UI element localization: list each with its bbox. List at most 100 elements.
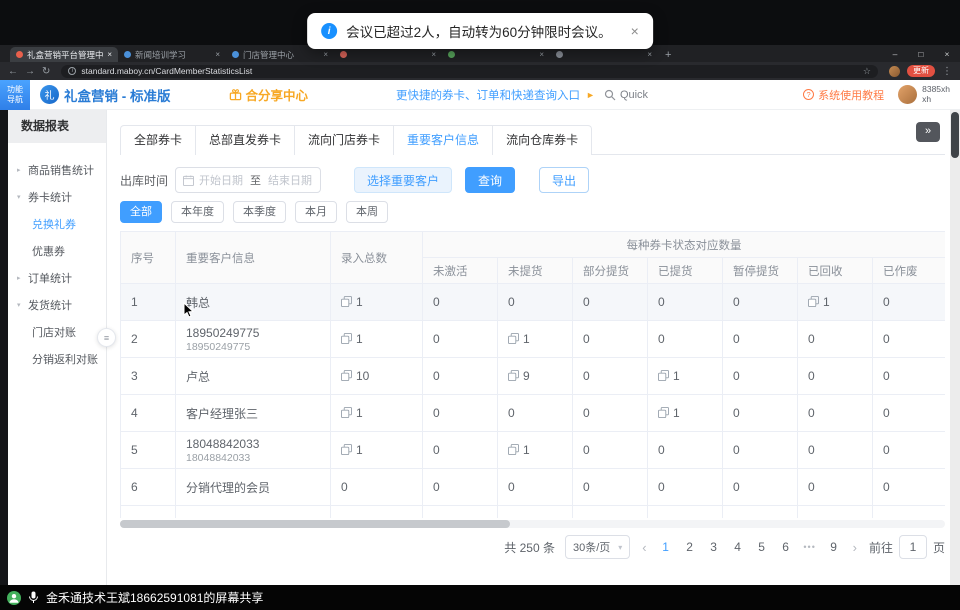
refresh-icon[interactable]: ↻ <box>42 66 50 77</box>
page-number[interactable]: 2 <box>683 540 697 554</box>
drawer-toggle[interactable]: » <box>916 122 940 142</box>
cell-count[interactable]: 20 <box>331 506 423 519</box>
microphone-icon[interactable] <box>28 591 39 604</box>
tab-close-icon[interactable]: × <box>215 50 220 59</box>
cell-count[interactable]: 1 <box>498 321 573 358</box>
cell-count[interactable]: 1 <box>648 506 723 519</box>
content-tab[interactable]: 总部直发券卡 <box>195 126 294 155</box>
browser-tab[interactable]: 礼盒营销平台管理中心× <box>10 47 118 62</box>
cell-count[interactable]: 1 <box>331 432 423 469</box>
browser-update-button[interactable]: 更新 <box>907 65 935 77</box>
export-button[interactable]: 导出 <box>539 167 589 193</box>
tab-close-icon[interactable]: × <box>647 50 652 59</box>
table-row[interactable]: 1韩总10000010 <box>121 284 946 321</box>
quick-filter-chip[interactable]: 本年度 <box>171 201 224 223</box>
cell-count: 0 <box>573 358 648 395</box>
cell-count[interactable]: 1 <box>798 506 873 519</box>
table-row[interactable]: 5180488420331804884203310100000 <box>121 432 946 469</box>
browser-tab[interactable]: 门店管理中心× <box>226 47 334 62</box>
window-maximize-button[interactable]: □ <box>908 49 934 59</box>
table-row[interactable]: 3卢总100901000 <box>121 358 946 395</box>
page-size-select[interactable]: 30条/页 ▾ <box>565 535 630 559</box>
page-scrollbar-thumb[interactable] <box>951 112 959 158</box>
cell-count[interactable]: 1 <box>798 284 873 321</box>
date-range-input[interactable]: 开始日期 至 结束日期 <box>175 167 321 193</box>
bookmark-star-icon[interactable]: ☆ <box>863 66 871 77</box>
function-nav-button[interactable]: 功能 导航 <box>0 80 30 110</box>
select-customer-button[interactable]: 选择重要客户 <box>354 167 452 193</box>
table-row[interactable]: 7唐总2001801010 <box>121 506 946 519</box>
browser-tab[interactable]: × <box>442 47 550 62</box>
quick-filter-chip[interactable]: 全部 <box>120 201 162 223</box>
table-row[interactable]: 4客户经理张三10001000 <box>121 395 946 432</box>
cell-count[interactable]: 9 <box>498 358 573 395</box>
sidebar-item[interactable]: 兑换礼券 <box>8 210 106 237</box>
sidebar-item[interactable]: ▸商品销售统计 <box>8 156 106 183</box>
tutorial-link[interactable]: ? 系统使用教程 <box>803 87 884 103</box>
page-number[interactable]: 1 <box>659 540 673 554</box>
cell-count[interactable]: 18 <box>498 506 573 519</box>
tab-close-icon[interactable]: × <box>323 50 328 59</box>
prev-page-button[interactable]: ‹ <box>640 540 648 555</box>
browser-profile-avatar[interactable] <box>889 66 900 77</box>
cell-count[interactable]: 1 <box>331 284 423 321</box>
back-icon[interactable]: ← <box>8 66 18 77</box>
address-bar[interactable]: i standard.maboy.cn/CardMemberStatistics… <box>61 65 878 78</box>
page-number[interactable]: 9 <box>827 540 841 554</box>
browser-menu-icon[interactable]: ⋮ <box>942 66 952 77</box>
cell-count[interactable]: 1 <box>648 358 723 395</box>
sidebar-item[interactable]: 分销返利对账 <box>8 345 106 372</box>
cell-count: 0 <box>423 284 498 321</box>
sidebar-collapse-handle[interactable]: ≡ <box>97 328 116 347</box>
quick-filter-chip[interactable]: 本周 <box>346 201 388 223</box>
query-button[interactable]: 查询 <box>465 167 515 193</box>
sidebar-item[interactable]: 优惠券 <box>8 237 106 264</box>
page-number[interactable]: 6 <box>779 540 793 554</box>
sidebar-item[interactable]: ▾券卡统计 <box>8 183 106 210</box>
sidebar-item[interactable]: ▾发货统计 <box>8 291 106 318</box>
brand-logo: 礼 <box>40 85 59 104</box>
horizontal-scrollbar[interactable] <box>120 520 945 528</box>
window-close-button[interactable]: × <box>934 49 960 59</box>
quick-filter-chip[interactable]: 本季度 <box>233 201 286 223</box>
quick-search[interactable]: Quick <box>604 89 648 101</box>
tab-close-icon[interactable]: × <box>431 50 436 59</box>
user-avatar[interactable] <box>898 85 917 104</box>
cell-count[interactable]: 1 <box>498 432 573 469</box>
column-header: 重要客户信息 <box>176 232 331 284</box>
toast-close-icon[interactable]: × <box>631 23 639 39</box>
page-number[interactable]: 3 <box>707 540 721 554</box>
page-goto-input[interactable] <box>899 535 927 559</box>
page-number[interactable]: 5 <box>755 540 769 554</box>
new-tab-button[interactable]: + <box>665 49 671 61</box>
browser-tab[interactable]: × <box>334 47 442 62</box>
page-number[interactable]: 4 <box>731 540 745 554</box>
quick-filter-chip[interactable]: 本月 <box>295 201 337 223</box>
sidebar-item[interactable]: 门店对账 <box>8 318 106 345</box>
cell-count[interactable]: 10 <box>331 358 423 395</box>
app: 功能 导航 礼 礼盒营销 - 标准版 合分享中心 更快捷的券卡、订单和快递查询入… <box>0 80 960 585</box>
tab-close-icon[interactable]: × <box>539 50 544 59</box>
sidebar-item[interactable]: ▸订单统计 <box>8 264 106 291</box>
table-row[interactable]: 2189502497751895024977510100000 <box>121 321 946 358</box>
cell-count[interactable]: 1 <box>331 395 423 432</box>
content-tab[interactable]: 流向门店券卡 <box>294 126 393 155</box>
tab-close-icon[interactable]: × <box>107 50 112 59</box>
content-tab[interactable]: 流向仓库券卡 <box>492 126 591 155</box>
content-tab[interactable]: 重要客户信息 <box>393 126 492 155</box>
quick-entry-link[interactable]: 更快捷的券卡、订单和快递查询入口 <box>396 87 580 103</box>
forward-icon[interactable]: → <box>25 66 35 77</box>
content-tab[interactable]: 全部券卡 <box>121 126 195 155</box>
window-minimize-button[interactable]: – <box>882 49 908 59</box>
page-scrollbar[interactable] <box>950 110 960 585</box>
browser-tab[interactable]: 新闻培训学习× <box>118 47 226 62</box>
table-row[interactable]: 6分销代理的会员00000000 <box>121 469 946 506</box>
browser-tab[interactable]: × <box>550 47 658 62</box>
share-center-link[interactable]: 合分享中心 <box>229 85 309 104</box>
next-page-button[interactable]: › <box>851 540 859 555</box>
left-rail <box>0 110 8 585</box>
cell-count[interactable]: 1 <box>331 321 423 358</box>
cell-count[interactable]: 1 <box>648 395 723 432</box>
site-info-icon[interactable]: i <box>68 67 76 75</box>
horizontal-scrollbar-thumb[interactable] <box>120 520 510 528</box>
